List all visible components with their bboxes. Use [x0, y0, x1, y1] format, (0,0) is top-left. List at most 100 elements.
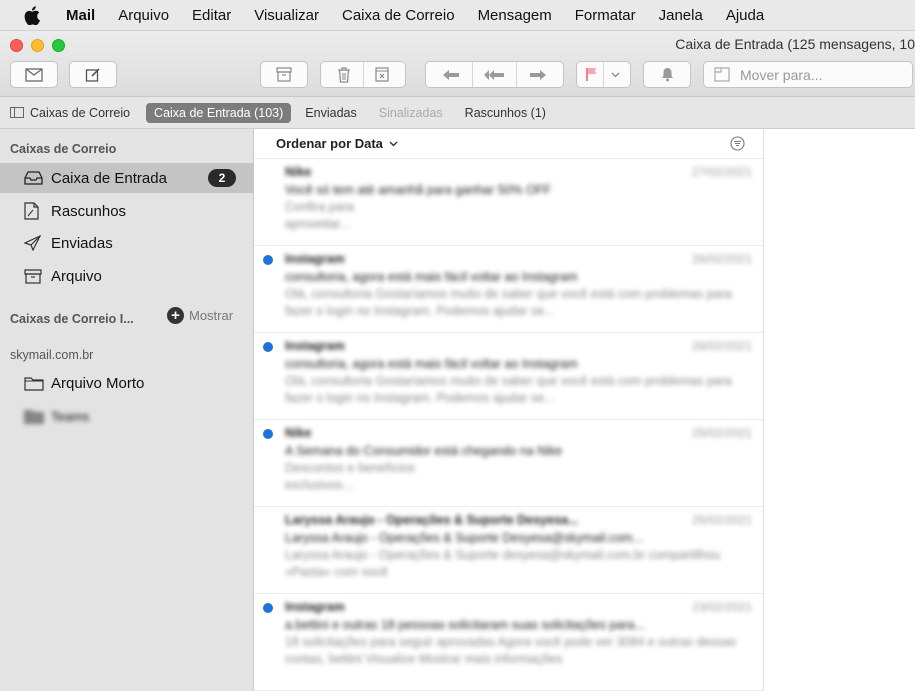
message-preview: Confira para aproveitar...	[285, 200, 354, 231]
message-preview: Olá, consultoria Gostaríamos muito de sa…	[285, 287, 732, 318]
move-to-button[interactable]: Mover para...	[703, 61, 913, 88]
plus-icon: +	[167, 307, 184, 324]
sidebar-item-teams[interactable]: Teams	[0, 401, 253, 431]
message-sender: Instagram	[285, 600, 345, 614]
message-sender: Instagram	[285, 252, 345, 266]
sidebar-item-inbox[interactable]: Caixa de Entrada 2	[0, 163, 253, 193]
fav-sent-button[interactable]: Enviadas	[305, 106, 356, 120]
flag-menu-button[interactable]	[603, 62, 626, 87]
list-item[interactable]: Nike 27/02/2021 Você só tem até amanhã pa…	[254, 160, 763, 246]
folder-icon	[24, 376, 44, 391]
sidebar-item-drafts[interactable]: Rascunhos	[0, 196, 253, 226]
menu-mensagem[interactable]: Mensagem	[478, 7, 552, 24]
menu-visualizar[interactable]: Visualizar	[254, 7, 319, 24]
forward-button[interactable]	[515, 62, 559, 87]
sidebar-item-arquivo-morto[interactable]: Arquivo Morto	[0, 368, 253, 398]
message-sender: Instagram	[285, 339, 345, 353]
list-item[interactable]: Instagram 26/02/2021 consultoria, agora e…	[254, 334, 763, 420]
junk-icon	[375, 67, 389, 82]
reading-pane	[764, 129, 915, 691]
folder-icon	[24, 409, 44, 424]
paper-plane-icon	[24, 235, 44, 251]
fav-flagged-button[interactable]: Sinalizadas	[379, 106, 443, 120]
flag-button[interactable]	[581, 62, 603, 87]
menu-ajuda[interactable]: Ajuda	[726, 7, 764, 24]
list-item[interactable]: Laryssa Araujo - Operações & Suporte Des…	[254, 508, 763, 594]
delete-button[interactable]	[325, 62, 363, 87]
reply-button[interactable]	[430, 62, 472, 87]
message-preview: Descontos e benefícios exclusivos...	[285, 461, 415, 492]
reply-group	[425, 61, 564, 88]
forward-icon	[529, 69, 546, 80]
show-label: Mostrar	[189, 308, 234, 323]
archive-box-icon	[24, 268, 44, 284]
window-toolbar: Caixa de Entrada (125 mensagens, 10 Move…	[0, 31, 915, 97]
bell-icon	[661, 68, 673, 82]
fav-inbox-button[interactable]: Caixa de Entrada (103)	[146, 102, 292, 123]
message-date: 26/02/2021	[691, 252, 752, 266]
menu-formatar[interactable]: Formatar	[575, 7, 636, 24]
inbox-icon	[24, 171, 44, 185]
traffic-lights	[10, 39, 73, 52]
menu-app-mail[interactable]: Mail	[66, 7, 95, 24]
draft-icon	[24, 202, 44, 220]
message-date: 23/02/2021	[691, 600, 752, 614]
reply-all-button[interactable]	[472, 62, 515, 87]
archive-button[interactable]	[260, 61, 308, 88]
message-preview: 18 solicitações para seguir aprovadas Ag…	[285, 635, 736, 666]
unread-badge: 2	[208, 169, 236, 187]
sidebar-item-sent[interactable]: Enviadas	[0, 228, 253, 258]
message-sender: Nike	[285, 426, 312, 440]
unread-dot-icon	[263, 342, 273, 352]
fav-drafts-button[interactable]: Rascunhos (1)	[465, 106, 546, 120]
message-subject: Você só tem até amanhã para ganhar 50% O…	[285, 183, 552, 197]
archive-icon	[276, 67, 292, 82]
close-window-button[interactable]	[10, 39, 23, 52]
message-preview: Olá, consultoria Gostaríamos muito de sa…	[285, 374, 732, 405]
minimize-window-button[interactable]	[31, 39, 44, 52]
move-icon	[714, 67, 730, 82]
list-item[interactable]: Instagram 26/02/2021 consultoria, agora e…	[254, 247, 763, 333]
sidebar-section-mailboxes: Caixas de Correio	[10, 142, 117, 156]
menu-caixa-de-correio[interactable]: Caixa de Correio	[342, 7, 455, 24]
list-item[interactable]: Instagram 23/02/2021 a.bettini e outras 1…	[254, 595, 763, 691]
sidebar-item-archive[interactable]: Arquivo	[0, 261, 253, 291]
flag-group	[576, 61, 631, 88]
reply-all-icon	[484, 69, 505, 80]
sort-header[interactable]: Ordenar por Data	[254, 129, 763, 159]
filter-icon[interactable]	[730, 136, 745, 154]
unread-dot-icon	[263, 603, 273, 613]
message-subject: consultoria, agora está mais fácil volta…	[285, 270, 578, 284]
sidebar-item-label: Caixa de Entrada	[51, 169, 167, 187]
sidebar-item-label: Teams	[51, 408, 90, 424]
show-smart-mailboxes-button[interactable]: + Mostrar	[167, 307, 233, 324]
message-date: 25/02/2021	[691, 426, 752, 440]
chevron-down-icon	[389, 141, 398, 146]
reply-icon	[443, 69, 460, 80]
flag-icon	[586, 68, 597, 81]
fav-mailboxes-button[interactable]: Caixas de Correio	[10, 106, 130, 120]
message-subject: A Semana do Consumidor está chegando na …	[285, 444, 563, 458]
list-item[interactable]: Nike 25/02/2021 A Semana do Consumidor es…	[254, 421, 763, 507]
favorites-bar: Caixas de Correio Caixa de Entrada (103)…	[0, 97, 915, 129]
sidebar-section-account: skymail.com.br	[10, 348, 94, 362]
chevron-down-icon	[611, 72, 619, 77]
menu-janela[interactable]: Janela	[659, 7, 703, 24]
menu-arquivo[interactable]: Arquivo	[118, 7, 169, 24]
menu-editar[interactable]: Editar	[192, 7, 231, 24]
message-sender: Nike	[285, 165, 312, 179]
get-mail-button[interactable]	[10, 61, 58, 88]
apple-icon[interactable]	[24, 5, 42, 25]
message-subject: a.bettini e outras 18 pessoas solicitara…	[285, 618, 645, 632]
junk-button[interactable]	[362, 62, 402, 87]
mute-button[interactable]	[643, 61, 691, 88]
sidebar-item-label: Arquivo	[51, 267, 102, 285]
trash-icon	[337, 66, 350, 83]
compose-button[interactable]	[69, 61, 117, 88]
sidebar-toggle-icon	[10, 107, 24, 118]
fav-mailboxes-label: Caixas de Correio	[30, 105, 131, 120]
sidebar-item-label: Enviadas	[51, 234, 113, 252]
sort-label: Ordenar por Data	[276, 136, 383, 151]
zoom-window-button[interactable]	[52, 39, 65, 52]
message-list: Ordenar por Data Nike 27/02/2021 Você só …	[254, 129, 764, 691]
